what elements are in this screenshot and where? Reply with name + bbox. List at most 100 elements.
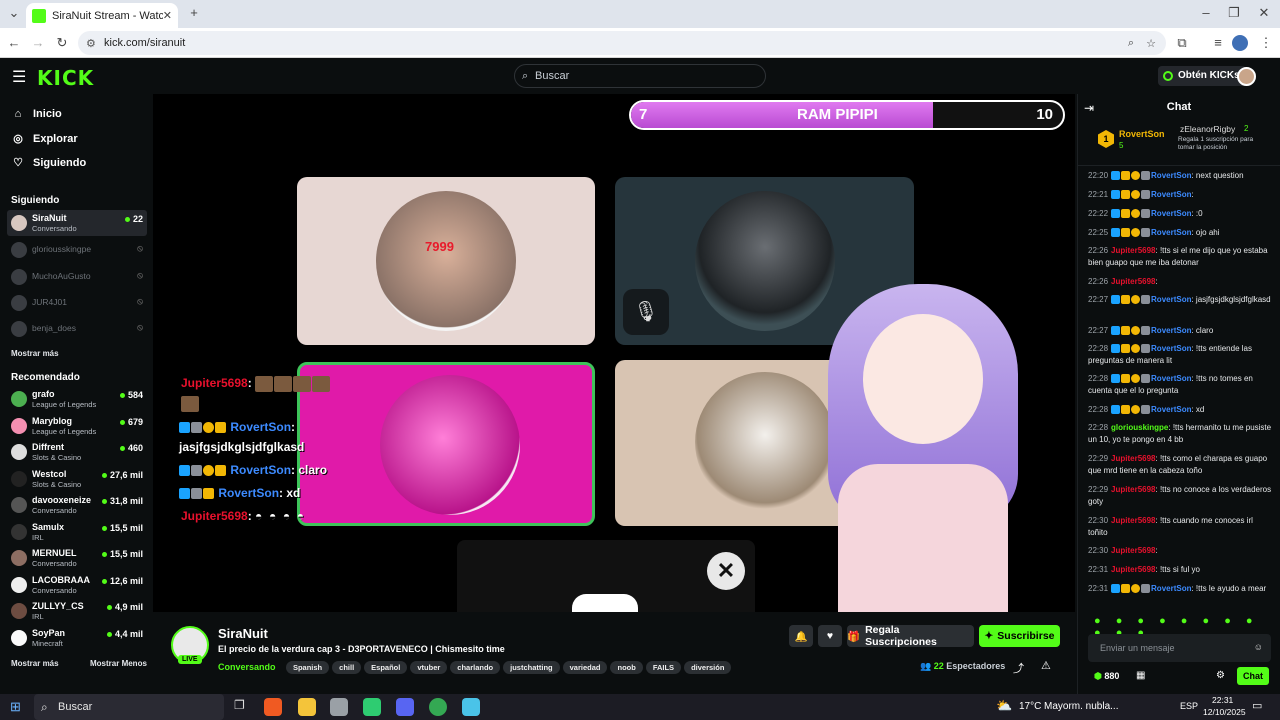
channel-category: IRL (32, 532, 44, 542)
site-info-icon[interactable]: ⚙ (86, 37, 96, 50)
following-item[interactable]: JUR4J01 ⦸ (7, 290, 147, 316)
recommended-item[interactable]: LACOBRAAA Conversando 12,6 mil (7, 572, 147, 598)
stream-tag[interactable]: Español (364, 661, 408, 674)
get-kicks-button[interactable]: Obtén KICKs (1158, 66, 1246, 86)
follow-heart-button[interactable]: ♥ (818, 625, 842, 647)
recommended-item[interactable]: SoyPan Minecraft 4,4 mil (7, 625, 147, 651)
notifications-icon[interactable]: ▭ (1252, 699, 1262, 712)
chat-message: 22:25 RovertSon: ojo ahi (1088, 228, 1220, 238)
weather-temp[interactable]: 17°C (1019, 701, 1041, 712)
profile-avatar[interactable] (1232, 35, 1248, 51)
sidebar: ⌂ Inicio ◎ Explorar ♡ Siguiendo Siguiendo S… (0, 94, 153, 694)
channel-name: SoyPan (32, 627, 66, 638)
show-less-recommended[interactable]: Mostrar Menos (90, 659, 147, 668)
stream-tag[interactable]: Spanish (285, 661, 330, 674)
following-item[interactable]: MuchoAuGusto ⦸ (7, 264, 147, 290)
stream-tag[interactable]: charlando (450, 661, 501, 674)
extensions-icon[interactable]: ⧉ (1172, 33, 1192, 53)
discord-icon[interactable] (396, 698, 414, 716)
recommended-item[interactable]: Westcol Slots & Casino 27,6 mil (7, 466, 147, 492)
weather-desc[interactable]: Mayorm. nubla... (1044, 701, 1118, 712)
ram-title: RAM PIPIPI (797, 106, 878, 123)
stream-tag[interactable]: justchatting (503, 661, 560, 674)
notification-bell-button[interactable]: 🔔 (789, 625, 813, 647)
video-player[interactable]: 7 RAM PIPIPI 10 7999 🎙 ✕ Jupiter5698: Ro… (153, 94, 1075, 612)
recommended-item[interactable]: MERNUEL Conversando 15,5 mil (7, 545, 147, 571)
recommended-item[interactable]: Maryblog League of Legends 679 (7, 413, 147, 439)
cam-overlay-label: 7999 (425, 239, 454, 254)
overlay-chat-emote (181, 396, 200, 412)
stream-tag[interactable]: chill (332, 661, 362, 674)
viewer-count: 679 (119, 417, 143, 427)
restore-icon[interactable]: ❐ (1224, 3, 1244, 23)
windows-start-icon[interactable]: ⊞ (10, 699, 21, 715)
kick-logo[interactable]: KICK (37, 66, 94, 90)
recommended-item[interactable]: Samulx IRL 15,5 mil (7, 519, 147, 545)
media-icon[interactable]: ≡ (1208, 33, 1228, 53)
stream-tag[interactable]: noob (610, 661, 643, 674)
minimize-icon[interactable]: – (1196, 3, 1216, 23)
close-window-icon[interactable]: ✕ (1254, 3, 1274, 23)
app-icon[interactable] (330, 698, 348, 716)
stream-tag[interactable]: vtuber (410, 661, 448, 674)
recommended-item[interactable]: Diffrent Slots & Casino 460 (7, 439, 147, 465)
language-indicator[interactable]: ESP (1180, 701, 1198, 711)
chat-input[interactable]: Enviar un mensaje ☺ (1088, 634, 1271, 662)
browser-tab[interactable]: SiraNuit Stream - Watch Live o ✕ (26, 3, 178, 28)
hamburger-menu-icon[interactable]: ☰ (12, 67, 26, 87)
new-tab-icon[interactable]: + (184, 3, 204, 23)
task-view-icon[interactable]: ❐ (234, 698, 252, 716)
report-icon[interactable]: ⚠ (1041, 659, 1051, 672)
settings-icon[interactable]: ⚙ (1216, 670, 1225, 681)
nav-explorar[interactable]: ◎ Explorar (11, 132, 77, 146)
gift-subs-button[interactable]: 🎁 Regala Suscripciones (847, 624, 974, 648)
taskbar-search[interactable]: ⌕ Buscar (34, 694, 224, 720)
stream-tag[interactable]: variedad (562, 661, 608, 674)
following-item[interactable]: benja_does ⦸ (7, 316, 147, 342)
show-more-recommended[interactable]: Mostrar más (11, 659, 59, 668)
recommended-item[interactable]: grafo League of Legends 584 (7, 386, 147, 412)
send-chat-button[interactable]: Chat (1237, 667, 1269, 685)
subscribe-button[interactable]: ✦ Suscribirse (979, 625, 1060, 647)
clock-time[interactable]: 22:31 (1212, 695, 1233, 705)
chat-message: 22:27 RovertSon: claro (1088, 326, 1214, 336)
following-item[interactable]: gloriousskingpe ⦸ (7, 237, 147, 263)
browser-menu-icon[interactable]: ⋮ (1256, 33, 1276, 53)
reload-icon[interactable]: ↻ (52, 33, 72, 53)
tab-list-icon[interactable]: ⌄ (4, 3, 24, 23)
close-tab-icon[interactable]: ✕ (163, 9, 172, 22)
clock-date[interactable]: 12/10/2025 (1203, 707, 1246, 717)
stream-tag[interactable]: diversión (684, 661, 732, 674)
stream-category[interactable]: Conversando (218, 662, 276, 672)
tab-title: SiraNuit Stream - Watch Live o (52, 9, 163, 22)
app-icon[interactable] (462, 698, 480, 716)
streamer-name[interactable]: SiraNuit (218, 626, 268, 641)
recommended-item[interactable]: ZULLYY_CS IRL 4,9 mil (7, 598, 147, 624)
app-icon[interactable] (363, 698, 381, 716)
back-icon[interactable]: ← (4, 33, 24, 53)
chrome-icon[interactable] (429, 698, 447, 716)
channel-name: ZULLYY_CS (32, 601, 84, 611)
user-avatar[interactable] (1237, 67, 1256, 86)
brave-icon[interactable] (264, 698, 282, 716)
file-explorer-icon[interactable] (298, 698, 316, 716)
share-icon[interactable]: ⤴ (1013, 660, 1024, 676)
nav-siguiendo[interactable]: ♡ Siguiendo (11, 156, 86, 170)
emoji-icon[interactable]: ☺ (1254, 642, 1263, 652)
recommended-item[interactable]: davooxeneize Conversando 31,8 mil (7, 492, 147, 518)
channel-points[interactable]: ⬢ 880 (1094, 671, 1119, 682)
store-icon[interactable]: ▦ (1136, 670, 1145, 681)
viewer-count: 27,6 mil (101, 470, 143, 480)
show-more-following[interactable]: Mostrar más (11, 349, 59, 358)
forward-icon[interactable]: → (28, 33, 48, 53)
second-name: zEleanorRigby (1180, 124, 1236, 134)
zoom-icon[interactable]: ⌕ (1128, 37, 1134, 50)
url-text: kick.com/siranuit (104, 37, 186, 49)
search-input[interactable]: ⌕ Buscar (514, 64, 766, 88)
following-item-siranuit[interactable]: SiraNuit Conversando 22 (7, 210, 147, 236)
url-field[interactable]: ⚙ kick.com/siranuit ⌕ ☆ (78, 31, 1166, 55)
nav-inicio[interactable]: ⌂ Inicio (11, 108, 62, 120)
close-icon[interactable]: ✕ (707, 552, 745, 590)
stream-tag[interactable]: FAILS (645, 661, 682, 674)
bookmark-star-icon[interactable]: ☆ (1146, 37, 1156, 50)
